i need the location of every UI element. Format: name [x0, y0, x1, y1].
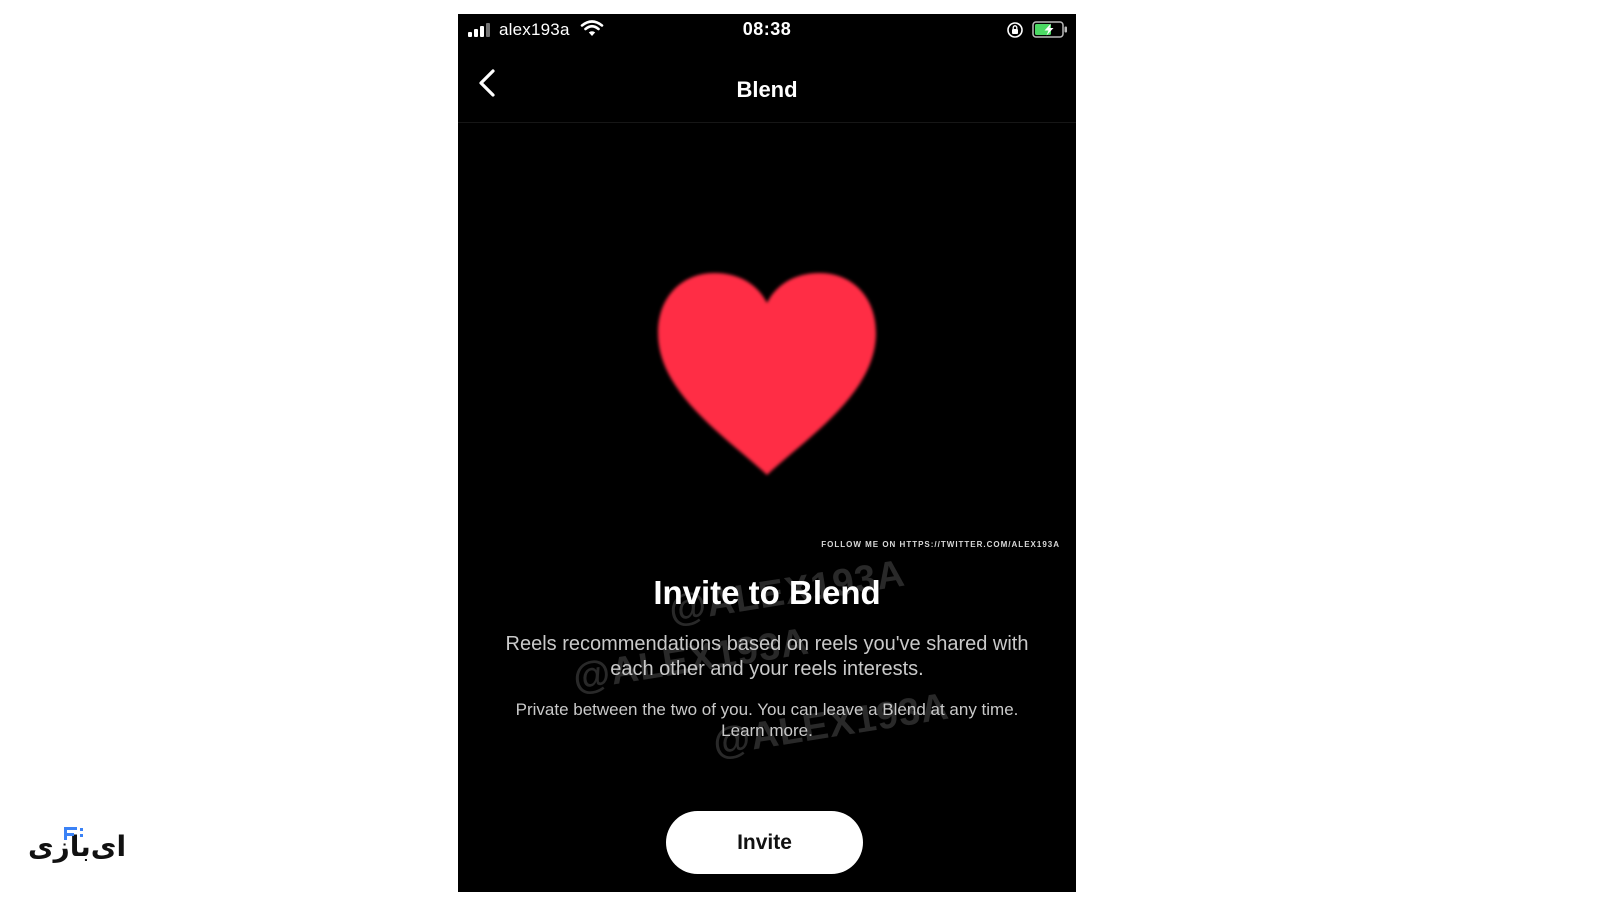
status-bar: alex193a 08:38 [458, 14, 1076, 44]
blend-description: Reels recommendations based on reels you… [505, 633, 1029, 680]
orientation-lock-icon [1007, 22, 1023, 38]
heart-icon [658, 273, 876, 475]
phone-screen: alex193a 08:38 Blend FOLLOW ME ON HTTPS:… [458, 14, 1076, 892]
page-canvas: alex193a 08:38 Blend FOLLOW ME ON HTTPS:… [0, 0, 1600, 900]
page-title: Blend [736, 77, 798, 102]
site-logo: ای‌بازی [28, 826, 126, 872]
privacy-note: Private between the two of you. You can … [502, 699, 1032, 741]
privacy-text: Private between the two of you. You can … [515, 700, 1019, 719]
learn-more-link[interactable]: Learn more. [721, 721, 813, 740]
invite-button[interactable]: Invite [666, 811, 863, 874]
battery-charging-icon [1032, 21, 1067, 38]
status-time: 08:38 [742, 19, 792, 39]
pixel-mark-icon [64, 827, 83, 840]
watermark-credit: FOLLOW ME ON HTTPS://TWITTER.COM/ALEX193… [821, 540, 1060, 549]
navigation-bar: Blend [458, 54, 1076, 123]
invite-title: Invite to Blend [653, 574, 881, 611]
